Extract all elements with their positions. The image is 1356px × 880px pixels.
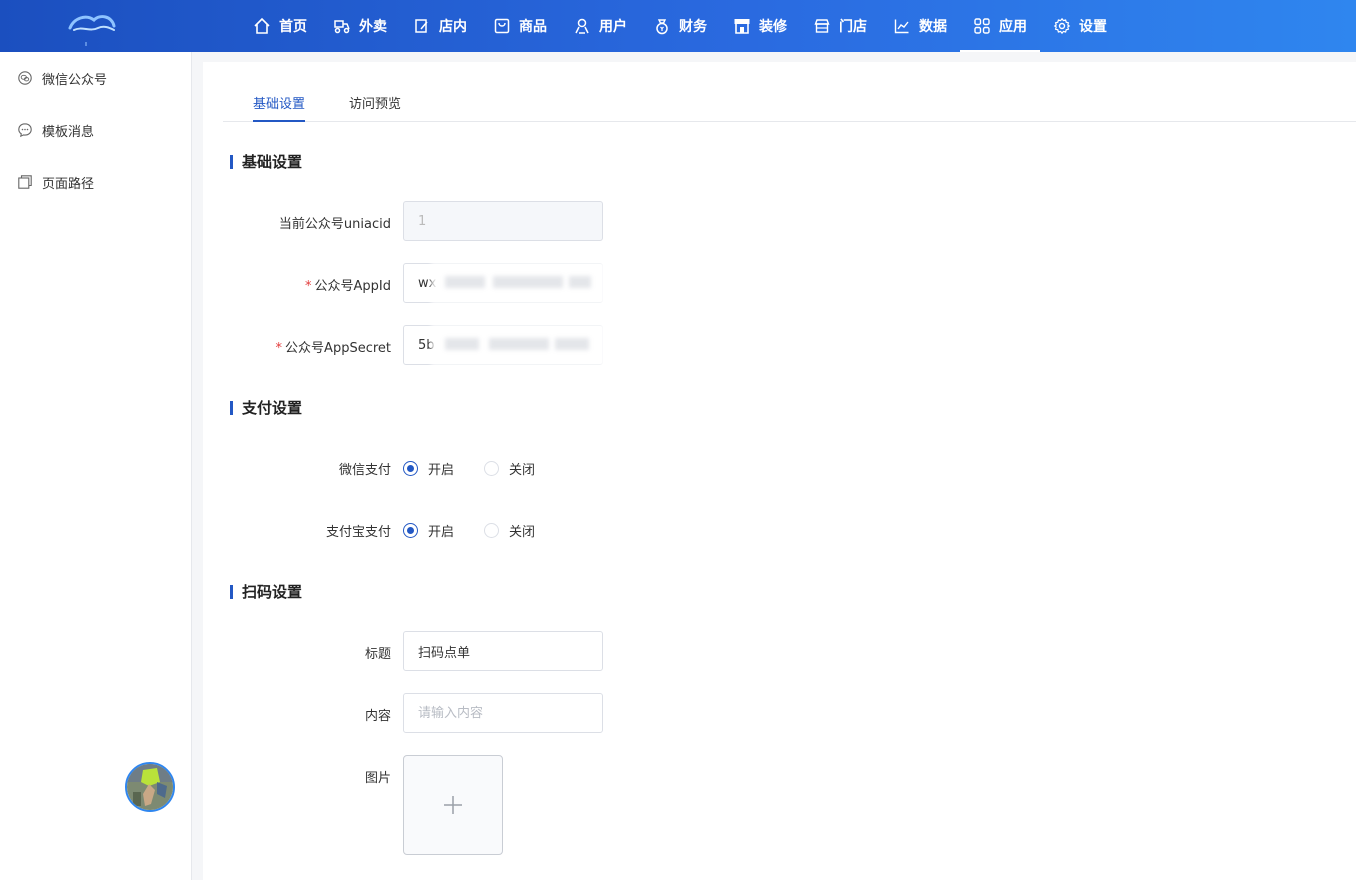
required-mark: *: [275, 341, 283, 356]
chart-icon: [894, 19, 909, 34]
sidebar-item-page-path[interactable]: 页面路径: [0, 167, 191, 197]
nav-item-settings[interactable]: 设置: [1040, 0, 1120, 52]
home-icon: [254, 17, 270, 34]
tab-access-preview[interactable]: 访问预览: [349, 93, 401, 122]
nav-item-decoration[interactable]: 装修: [720, 0, 800, 52]
tab-basic-settings[interactable]: 基础设置: [253, 93, 306, 122]
wechat-pay-on-radio[interactable]: 开启: [403, 459, 454, 478]
alipay-on-radio[interactable]: 开启: [403, 521, 454, 540]
appsecret-redaction: [431, 324, 611, 366]
message-icon: [18, 123, 32, 138]
main-nav: 首页 外卖 店内 商品 用户 财务 装修 门店 数据 应用 设置: [240, 0, 1120, 52]
sidebar-item-label: 微信公众号: [42, 72, 108, 88]
sidebar-item-wechat-official[interactable]: 微信公众号: [0, 63, 191, 93]
nav-item-home[interactable]: 首页: [240, 0, 320, 52]
appsecret-label-text: 公众号AppSecret: [285, 341, 391, 356]
pages-icon: [18, 175, 32, 189]
alipay-radio-group: 开启 关闭: [403, 521, 565, 540]
edit-icon: [415, 19, 428, 33]
radio-label: 关闭: [509, 463, 536, 478]
appid-label-text: 公众号AppId: [314, 279, 391, 294]
wechat-pay-off-radio[interactable]: 关闭: [484, 459, 535, 478]
nav-label: 设置: [1079, 19, 1107, 35]
nav-item-products[interactable]: 商品: [480, 0, 560, 52]
sidebar-item-label: 模板消息: [42, 124, 95, 140]
nav-label: 店内: [439, 19, 467, 35]
sidebar-item-template-message[interactable]: 模板消息: [0, 115, 191, 145]
shop-icon: [814, 19, 830, 33]
nav-label: 用户: [599, 19, 627, 35]
bike-icon: [334, 20, 350, 34]
user-icon: [575, 18, 589, 34]
alipay-off-radio[interactable]: 关闭: [484, 521, 535, 540]
scan-content-input[interactable]: [403, 693, 603, 733]
title-label: 标题: [364, 647, 391, 662]
appsecret-label: * 公众号AppSecret: [203, 337, 391, 356]
image-upload-button[interactable]: [403, 755, 503, 855]
grid-icon: [974, 18, 990, 34]
nav-label: 装修: [759, 19, 787, 35]
nav-label: 外卖: [359, 19, 387, 35]
tab-bar: 基础设置 访问预览: [223, 62, 1356, 122]
wechat-icon: [18, 71, 32, 85]
bag-icon: [494, 18, 510, 34]
nav-label: 财务: [679, 19, 707, 35]
appid-redaction: [431, 262, 611, 304]
content-label: 内容: [364, 709, 391, 724]
nav-item-data[interactable]: 数据: [880, 0, 960, 52]
radio-dot: [484, 523, 500, 538]
radio-label: 关闭: [509, 525, 536, 540]
avatar-image: [127, 764, 173, 810]
nav-label: 首页: [279, 19, 307, 35]
nav-item-users[interactable]: 用户: [560, 0, 640, 52]
nav-item-takeout[interactable]: 外卖: [320, 0, 400, 52]
section-title-basic: 基础设置: [230, 151, 302, 172]
nav-label: 商品: [519, 19, 547, 35]
sidebar-item-label: 页面路径: [42, 176, 95, 192]
section-title-scan: 扫码设置: [230, 581, 302, 602]
alipay-label: 支付宝支付: [325, 525, 391, 540]
image-label: 图片: [364, 771, 391, 786]
radio-label: 开启: [428, 525, 455, 540]
avatar[interactable]: [125, 762, 175, 812]
wechat-pay-label: 微信支付: [338, 463, 391, 478]
nav-label: 应用: [999, 19, 1027, 35]
radio-label: 开启: [428, 463, 455, 478]
nav-item-apps[interactable]: 应用: [960, 0, 1040, 52]
section-title-payment: 支付设置: [230, 397, 302, 418]
scan-title-input[interactable]: [403, 631, 603, 671]
required-mark: *: [305, 279, 312, 294]
money-bag-icon: [656, 19, 668, 35]
nav-label: 门店: [839, 19, 867, 35]
nav-item-finance[interactable]: 财务: [640, 0, 720, 52]
cloud-logo-icon[interactable]: [64, 6, 120, 46]
nav-item-stores[interactable]: 门店: [800, 0, 880, 52]
uniacid-input: [403, 201, 603, 241]
top-navigation-bar: 首页 外卖 店内 商品 用户 财务 装修 门店 数据 应用 设置: [0, 0, 1356, 52]
nav-item-instore[interactable]: 店内: [400, 0, 480, 52]
nav-label: 数据: [919, 19, 947, 35]
wechat-pay-radio-group: 开启 关闭: [403, 459, 565, 478]
sidebar: 微信公众号 模板消息 页面路径: [0, 52, 192, 880]
appid-label: * 公众号AppId: [203, 275, 391, 294]
uniacid-label: 当前公众号uniacid: [278, 217, 391, 232]
radio-dot: [403, 523, 418, 538]
radio-dot: [403, 461, 418, 476]
plus-icon: [444, 796, 462, 814]
storefront-icon: [734, 19, 750, 34]
radio-dot: [484, 461, 500, 476]
main-panel: 基础设置 访问预览 基础设置 当前公众号uniacid *公众号AppId *公…: [203, 62, 1356, 880]
gear-icon: [1053, 17, 1071, 35]
